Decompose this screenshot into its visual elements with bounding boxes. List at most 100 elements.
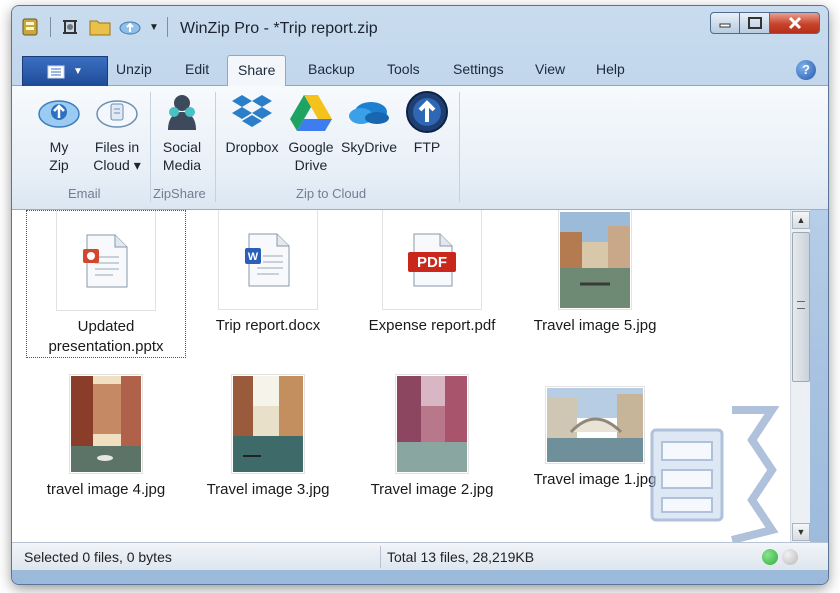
maximize-icon: [747, 17, 762, 29]
winzip-window: ▼ WinZip Pro - *Trip report.zip ▼ Unzip …: [12, 6, 828, 584]
status-gray-icon: [782, 549, 798, 565]
svg-text:PDF: PDF: [417, 254, 447, 271]
google-drive-label: Drive: [294, 157, 328, 173]
file-item-jpg[interactable]: Travel image 3.jpg: [198, 374, 338, 500]
file-name: Travel image 5.jpg: [533, 317, 657, 334]
pdf-file-icon: PDF: [382, 210, 482, 310]
toolbar-separator: [50, 17, 51, 37]
group-label-email: Email: [68, 186, 101, 201]
tools-icon[interactable]: [59, 16, 81, 38]
scroll-down-button[interactable]: ▼: [792, 523, 810, 541]
google-drive-icon: [289, 92, 333, 132]
social-media-button[interactable]: Social Media: [154, 92, 210, 174]
status-green-icon: [762, 549, 778, 565]
vertical-scrollbar[interactable]: ▲ ▼: [790, 210, 810, 542]
file-item-docx[interactable]: W Trip report.docx: [198, 210, 338, 336]
image-thumbnail: [558, 210, 632, 310]
ftp-label: FTP: [413, 139, 441, 155]
close-button[interactable]: [770, 12, 820, 34]
customize-dropdown-icon[interactable]: ▼: [149, 16, 159, 38]
group-separator: [215, 92, 216, 202]
winzip-watermark-icon: [650, 406, 780, 542]
cloud-files-icon: [95, 92, 139, 132]
quick-access-toolbar: ▼: [20, 16, 168, 38]
files-in-cloud-button[interactable]: Files in Cloud ▾: [86, 92, 148, 174]
pptx-file-icon: [56, 211, 156, 311]
file-menu-button[interactable]: ▼: [22, 56, 108, 86]
group-label-zipshare: ZipShare: [153, 186, 206, 201]
my-zip-label: Zip: [49, 157, 69, 173]
ftp-button[interactable]: FTP: [402, 91, 452, 156]
chevron-down-icon: ▼: [73, 66, 83, 77]
tab-settings[interactable]: Settings: [453, 61, 504, 77]
status-total: Total 13 files, 28,219KB: [387, 549, 535, 565]
skydrive-icon: [347, 92, 391, 132]
title-bar: ▼ WinZip Pro - *Trip report.zip: [12, 6, 828, 48]
open-folder-icon[interactable]: [89, 16, 111, 38]
file-menu-icon: [47, 65, 65, 78]
image-thumbnail: [545, 386, 645, 464]
minimize-icon: [719, 23, 731, 28]
image-thumbnail: [69, 374, 143, 474]
group-label-zip-to-cloud: Zip to Cloud: [296, 186, 367, 201]
window-title: WinZip Pro - *Trip report.zip: [180, 20, 378, 37]
tab-edit[interactable]: Edit: [185, 61, 209, 77]
tab-unzip[interactable]: Unzip: [116, 61, 152, 77]
help-icon[interactable]: ?: [796, 60, 816, 80]
file-name: Travel image 2.jpg: [370, 481, 494, 498]
maximize-button[interactable]: [740, 12, 770, 34]
file-view-pane[interactable]: Updated presentation.pptx W Trip report.…: [12, 210, 790, 542]
file-name: Updated: [77, 318, 135, 335]
dropbox-button[interactable]: Dropbox: [222, 92, 282, 156]
tab-tools[interactable]: Tools: [387, 61, 420, 77]
docx-file-icon: W: [218, 210, 318, 310]
file-item-jpg[interactable]: Travel image 5.jpg: [520, 210, 670, 336]
files-in-cloud-label: Files in: [94, 139, 140, 155]
social-media-icon: [160, 92, 204, 132]
ribbon-share: My Zip Files in Cloud ▾ Email Social Med…: [12, 86, 828, 210]
close-icon: [788, 16, 801, 30]
file-item-pdf[interactable]: PDF Expense report.pdf: [352, 210, 512, 336]
scroll-thumb[interactable]: [792, 232, 810, 382]
group-separator: [459, 92, 460, 202]
grip-icon: [797, 301, 805, 309]
file-name: travel image 4.jpg: [46, 481, 166, 498]
file-item-jpg[interactable]: travel image 4.jpg: [36, 374, 176, 500]
file-item-pptx[interactable]: Updated presentation.pptx: [26, 210, 186, 358]
minimize-button[interactable]: [710, 12, 740, 34]
group-separator: [150, 92, 151, 202]
file-item-jpg[interactable]: Travel image 2.jpg: [362, 374, 502, 500]
scroll-up-button[interactable]: ▲: [792, 211, 810, 229]
status-selected: Selected 0 files, 0 bytes: [24, 549, 172, 565]
file-name: presentation.pptx: [48, 338, 164, 355]
toolbar-separator: [167, 17, 168, 37]
ftp-upload-icon: [405, 91, 449, 133]
tab-help[interactable]: Help: [596, 61, 625, 77]
image-thumbnail: [231, 374, 305, 474]
cloud-upload-icon: [37, 92, 81, 132]
status-bar: Selected 0 files, 0 bytes Total 13 files…: [12, 542, 828, 570]
my-zip-button[interactable]: My Zip: [34, 92, 84, 174]
tab-backup[interactable]: Backup: [308, 61, 355, 77]
window-controls: [710, 12, 820, 34]
image-thumbnail: [395, 374, 469, 474]
svg-text:W: W: [248, 251, 259, 263]
social-media-label: Social: [162, 139, 202, 155]
cloud-upload-icon[interactable]: [119, 16, 141, 38]
social-media-label: Media: [162, 157, 202, 173]
my-zip-label: My: [49, 139, 69, 155]
tab-view[interactable]: View: [535, 61, 565, 77]
winzip-app-icon[interactable]: [20, 16, 42, 38]
tab-share[interactable]: Share: [227, 55, 287, 87]
files-in-cloud-label: Cloud ▾: [93, 157, 141, 173]
file-name: Travel image 3.jpg: [206, 481, 330, 498]
ribbon-tab-row: ▼ Unzip Edit Share Backup Tools Settings…: [12, 52, 828, 87]
dropbox-icon: [230, 92, 274, 132]
file-name: Trip report.docx: [215, 317, 321, 334]
google-drive-button[interactable]: Google Drive: [285, 92, 337, 174]
google-drive-label: Google: [288, 139, 334, 155]
status-divider: [380, 546, 381, 568]
file-name: Expense report.pdf: [368, 317, 496, 334]
status-indicators: [762, 549, 798, 565]
skydrive-button[interactable]: SkyDrive: [338, 92, 400, 156]
